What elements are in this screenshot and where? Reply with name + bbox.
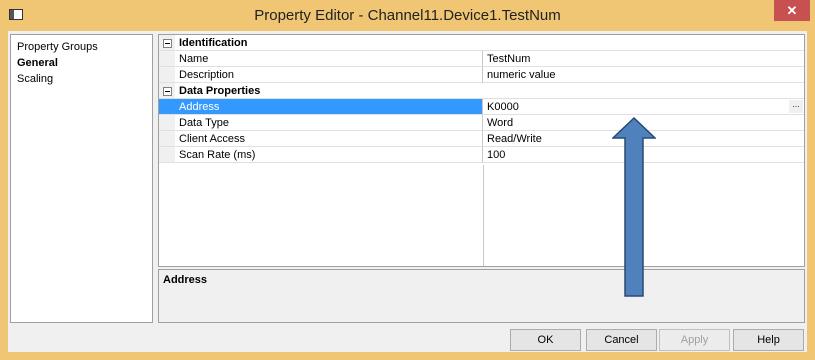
ok-button[interactable]: OK — [510, 329, 581, 351]
property-name: Data Type — [159, 115, 483, 131]
property-editor-window: Property Editor - Channel11.Device1.Test… — [0, 0, 815, 360]
close-icon: ✕ — [786, 3, 798, 18]
property-name: Name — [159, 51, 483, 67]
property-value[interactable]: TestNum — [483, 51, 804, 67]
description-title: Address — [163, 274, 208, 286]
address-value[interactable]: K0000 — [487, 101, 519, 113]
category-identification[interactable]: Identification — [159, 35, 804, 51]
property-row-description[interactable]: Description numeric value — [159, 67, 804, 83]
description-panel: Address — [158, 269, 805, 323]
property-row-address[interactable]: Address K0000 ... — [159, 99, 804, 115]
property-name: Scan Rate (ms) — [159, 147, 483, 163]
dialog-body: Property Groups General Scaling Identifi… — [8, 31, 807, 352]
up-arrow-annotation — [612, 117, 656, 297]
property-groups-header: Property Groups — [17, 41, 98, 53]
property-groups-list: Property Groups General Scaling — [10, 34, 153, 323]
window-title: Property Editor - Channel11.Device1.Test… — [254, 7, 561, 24]
column-divider — [483, 165, 484, 266]
group-item-general[interactable]: General — [17, 55, 58, 71]
cancel-button[interactable]: Cancel — [586, 329, 657, 351]
category-data-properties[interactable]: Data Properties — [159, 83, 804, 99]
title-bar[interactable]: Property Editor - Channel11.Device1.Test… — [0, 0, 815, 31]
property-row-data-type[interactable]: Data Type Word — [159, 115, 804, 131]
property-name: Description — [159, 67, 483, 83]
property-row-scan-rate[interactable]: Scan Rate (ms) 100 — [159, 147, 804, 163]
property-value[interactable]: numeric value — [483, 67, 804, 83]
category-label: Data Properties — [159, 83, 804, 99]
property-row-name[interactable]: Name TestNum — [159, 51, 804, 67]
group-item-scaling[interactable]: Scaling — [17, 71, 53, 87]
help-button[interactable]: Help — [733, 329, 804, 351]
property-name: Client Access — [159, 131, 483, 147]
property-row-client-access[interactable]: Client Access Read/Write — [159, 131, 804, 147]
property-name: Address — [159, 99, 483, 115]
property-value[interactable]: K0000 ... — [483, 99, 804, 115]
property-grid: Identification Name TestNum Description … — [158, 34, 805, 267]
category-label: Identification — [159, 35, 804, 51]
close-button[interactable]: ✕ — [774, 0, 810, 21]
ellipsis-button[interactable]: ... — [789, 100, 803, 113]
arrow-shape — [612, 117, 656, 297]
apply-button[interactable]: Apply — [659, 329, 730, 351]
